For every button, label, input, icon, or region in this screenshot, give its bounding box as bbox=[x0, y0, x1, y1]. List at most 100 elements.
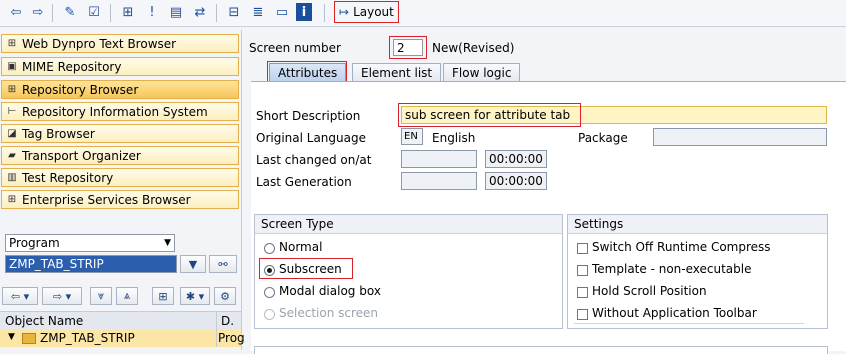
nav-label: MIME Repository bbox=[22, 59, 122, 74]
highlight-box bbox=[267, 61, 347, 83]
chevron-down-icon: ▼ bbox=[188, 257, 198, 271]
radio-selection-screen bbox=[264, 309, 275, 320]
language-code-value: EN bbox=[404, 131, 418, 142]
toolbar-separator bbox=[324, 4, 325, 22]
object-type-value: Program bbox=[9, 236, 60, 250]
radio-normal[interactable] bbox=[264, 243, 275, 254]
object-list-header: Object Name D. bbox=[0, 311, 241, 331]
screen-type-group: Screen Type Normal Subscreen Modal dialo… bbox=[254, 214, 563, 329]
settings-title: Settings bbox=[568, 215, 827, 234]
edit-pencil-icon[interactable]: ✎ bbox=[60, 3, 80, 21]
last-generation-time: 00:00:00 bbox=[485, 172, 547, 190]
nav-test-repository[interactable]: ▥ Test Repository bbox=[1, 168, 239, 187]
display-object-icon[interactable]: ▤ bbox=[166, 3, 186, 21]
check-icon[interactable]: ☑ bbox=[84, 3, 104, 21]
check-without-application-toolbar[interactable] bbox=[577, 309, 588, 320]
stack-icon[interactable]: ≣ bbox=[248, 3, 268, 21]
radio-selection-screen-label: Selection screen bbox=[279, 306, 379, 320]
back-arrow-icon[interactable]: ⇦ ▾ bbox=[2, 287, 38, 305]
object-name-value: ZMP_TAB_STRIP bbox=[9, 257, 104, 271]
tab-flow-logic[interactable]: Flow logic bbox=[443, 63, 521, 82]
tag-icon: ◪ bbox=[7, 128, 17, 139]
navigate-icon[interactable]: ⇄ bbox=[190, 3, 210, 21]
mime-icon: ▣ bbox=[7, 61, 17, 72]
navigation-pane: ⊞ Web Dynpro Text Browser ▣ MIME Reposit… bbox=[0, 30, 245, 350]
application-toolbar: ⇦ ⇨ ✎ ☑ ⊞ ! ▤ ⇄ ⊟ ≣ ▭ i ↦ Layout bbox=[0, 0, 846, 27]
hierarchy-icon[interactable]: ⊞ bbox=[118, 3, 138, 21]
last-generation-label: Last Generation bbox=[256, 175, 352, 189]
back-arrow-icon[interactable]: ⇦ bbox=[6, 3, 26, 21]
dropdown-button[interactable]: ▼ bbox=[180, 255, 206, 273]
info-icon[interactable]: i bbox=[296, 3, 312, 21]
package-field bbox=[653, 128, 827, 146]
object-name-cell: ZMP_TAB_STRIP bbox=[40, 331, 135, 345]
display-glasses-icon[interactable]: ⚯ bbox=[209, 255, 237, 273]
toolbar-separator bbox=[216, 4, 217, 22]
nav-enterprise-services-browser[interactable]: ⊞ Enterprise Services Browser bbox=[1, 190, 239, 209]
screen-status: New(Revised) bbox=[432, 41, 515, 55]
nav-tag-browser[interactable]: ◪ Tag Browser bbox=[1, 124, 239, 143]
column-divider bbox=[216, 312, 217, 330]
last-changed-time: 00:00:00 bbox=[485, 150, 547, 168]
filter-icon[interactable]: ✱ ▾ bbox=[180, 287, 210, 305]
nav-label: Test Repository bbox=[22, 170, 114, 185]
forward-arrow-icon[interactable]: ⇨ bbox=[28, 3, 48, 21]
nav-mime-repository[interactable]: ▣ MIME Repository bbox=[1, 57, 239, 76]
table-row[interactable]: ▼ ZMP_TAB_STRIP Prog bbox=[0, 330, 245, 347]
nav-repository-information-system[interactable]: ⊢ Repository Information System bbox=[1, 102, 239, 121]
screen-painter-pane: Screen number 2 New(Revised) Attributes … bbox=[243, 30, 846, 354]
expand-icon[interactable]: ⩓ bbox=[116, 287, 138, 305]
where-used-icon[interactable]: ! bbox=[142, 3, 162, 21]
highlight-box bbox=[259, 258, 353, 279]
original-language-label: Original Language bbox=[256, 131, 366, 145]
check-label: Without Application Toolbar bbox=[592, 306, 757, 320]
tree-icon: ⊢ bbox=[7, 106, 17, 117]
test-icon: ▥ bbox=[7, 172, 17, 183]
folder-icon bbox=[22, 333, 36, 344]
highlight-box bbox=[389, 36, 427, 59]
screen-number-label: Screen number bbox=[249, 41, 341, 55]
settings-icon[interactable]: ⚙ bbox=[214, 287, 236, 305]
nav-web-dynpro-text-browser[interactable]: ⊞ Web Dynpro Text Browser bbox=[1, 34, 239, 53]
screen-icon[interactable]: ▭ bbox=[272, 3, 292, 21]
short-description-label: Short Description bbox=[256, 109, 361, 123]
hierarchy-icon[interactable]: ⊞ bbox=[152, 287, 174, 305]
original-language-code: EN bbox=[401, 128, 423, 145]
radio-normal-label: Normal bbox=[279, 240, 323, 254]
last-generation-date bbox=[401, 172, 477, 190]
nav-label: Enterprise Services Browser bbox=[22, 192, 191, 207]
settings-group: Settings Switch Off Runtime Compress Tem… bbox=[567, 214, 828, 329]
forward-arrow-icon[interactable]: ⇨ ▾ bbox=[42, 287, 82, 305]
nav-label: Transport Organizer bbox=[22, 148, 141, 163]
object-name-input[interactable]: ZMP_TAB_STRIP bbox=[5, 255, 177, 273]
column-divider bbox=[216, 330, 217, 347]
check-switch-off-runtime-compress[interactable] bbox=[577, 243, 588, 254]
object-type-select[interactable]: Program ▼ bbox=[5, 234, 175, 252]
hierarchy-icon: ⊞ bbox=[7, 194, 17, 205]
last-changed-label: Last changed on/at bbox=[256, 153, 372, 167]
hierarchy-icon: ⊞ bbox=[7, 38, 17, 49]
nav-transport-organizer[interactable]: ▰ Transport Organizer bbox=[1, 146, 239, 165]
tab-label: Element list bbox=[361, 66, 433, 80]
check-template-non-executable[interactable] bbox=[577, 265, 588, 276]
object-list-icon[interactable]: ⊟ bbox=[224, 3, 244, 21]
tab-element-list[interactable]: Element list bbox=[352, 63, 442, 82]
check-label: Hold Scroll Position bbox=[592, 284, 707, 298]
last-changed-time-value: 00:00:00 bbox=[489, 152, 543, 166]
column-description[interactable]: D. bbox=[221, 314, 234, 328]
last-generation-time-value: 00:00:00 bbox=[489, 174, 543, 188]
column-object-name[interactable]: Object Name bbox=[5, 314, 83, 328]
collapse-icon[interactable]: ⩔ bbox=[90, 287, 112, 305]
radio-modal-dialog[interactable] bbox=[264, 287, 275, 298]
expand-triangle-icon[interactable]: ▼ bbox=[8, 332, 15, 342]
screen-type-title: Screen Type bbox=[255, 215, 562, 234]
radio-modal-dialog-label: Modal dialog box bbox=[279, 284, 381, 298]
nav-label: Repository Information System bbox=[22, 104, 208, 119]
attributes-panel: Short Description sub screen for attribu… bbox=[251, 81, 846, 354]
hierarchy-icon: ⊞ bbox=[7, 84, 17, 95]
language-name: English bbox=[432, 131, 476, 145]
nav-repository-browser[interactable]: ⊞ Repository Browser bbox=[1, 80, 239, 99]
layout-button[interactable]: ↦ Layout bbox=[334, 1, 399, 23]
check-hold-scroll-position[interactable] bbox=[577, 287, 588, 298]
nav-label: Repository Browser bbox=[22, 82, 139, 97]
